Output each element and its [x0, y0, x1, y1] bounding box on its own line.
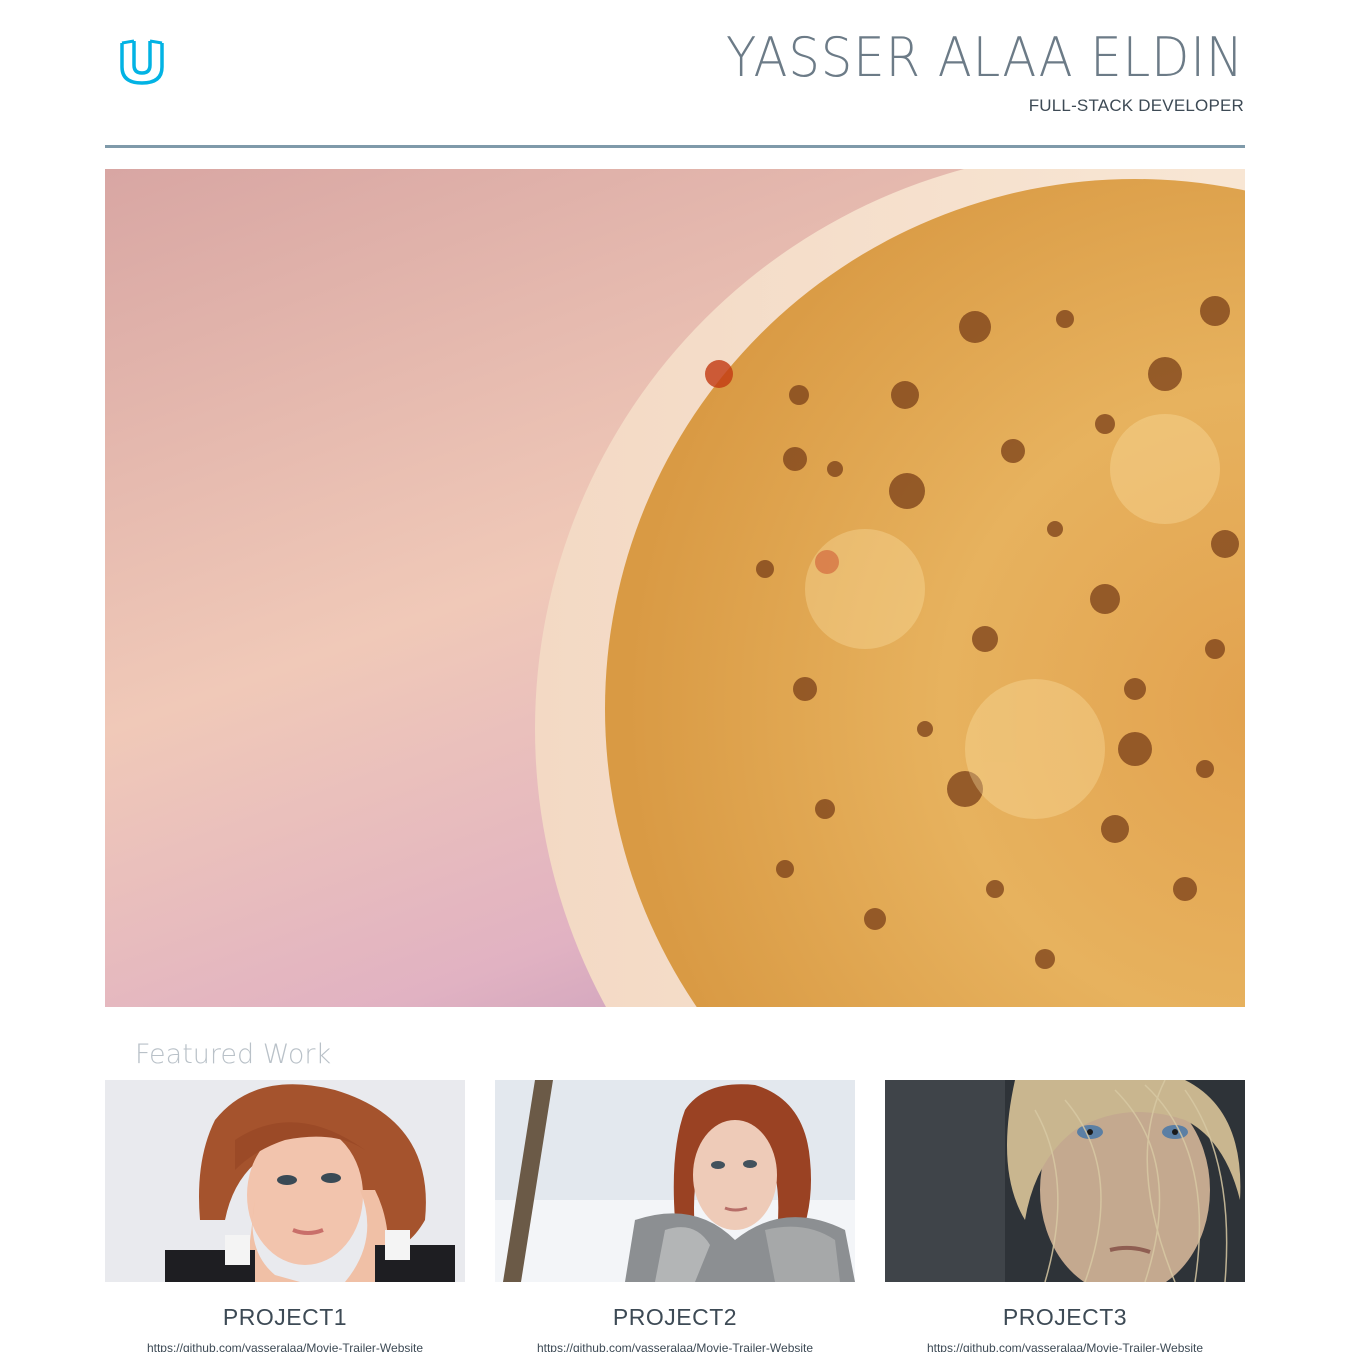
project-link[interactable]: https://github.com/yasseralaa/Movie-Trai…	[495, 1341, 855, 1352]
project-link[interactable]: https://github.com/yasseralaa/Movie-Trai…	[885, 1341, 1245, 1352]
header-divider	[105, 145, 1245, 148]
featured-work-heading: Featured Work	[135, 1039, 332, 1070]
project-card: PROJECT2 https://github.com/yasseralaa/M…	[495, 1080, 855, 1352]
project-thumbnail[interactable]	[105, 1080, 465, 1282]
subtitle: FULL-STACK DEVELOPER	[1028, 96, 1244, 115]
project-title: PROJECT2	[612, 1304, 738, 1330]
project-title: PROJECT3	[1002, 1304, 1128, 1330]
project-thumbnail[interactable]	[495, 1080, 855, 1282]
project-link[interactable]: https://github.com/yasseralaa/Movie-Trai…	[105, 1341, 465, 1352]
page-title: YASSER ALAA ELDIN	[726, 26, 1244, 89]
project-card: PROJECT3 https://github.com/yasseralaa/M…	[885, 1080, 1245, 1352]
project-card: PROJECT1 https://github.com/yasseralaa/M…	[105, 1080, 465, 1352]
project-thumbnail[interactable]	[885, 1080, 1245, 1282]
hero-image	[105, 169, 1245, 1007]
udacity-logo-icon[interactable]	[118, 37, 168, 87]
portfolio-page: YASSER ALAA ELDIN FULL-STACK DEVELOPER F…	[0, 0, 1349, 1352]
project-title: PROJECT1	[222, 1304, 348, 1330]
